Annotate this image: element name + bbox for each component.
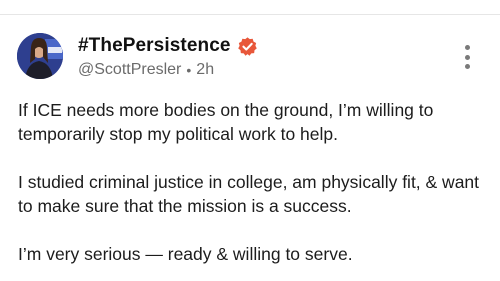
display-name[interactable]: #ThePersistence [78,35,231,57]
meta-separator: • [186,62,192,78]
post-card: #ThePersistence @ScottPresler • 2h If IC… [0,0,500,281]
more-options-button[interactable] [454,40,480,74]
post-paragraph-1: If ICE needs more bodies on the ground, … [18,100,434,144]
avatar-image [17,33,63,79]
more-vertical-icon [464,45,470,50]
avatar[interactable] [17,33,63,79]
post-body: If ICE needs more bodies on the ground, … [18,98,488,266]
post-paragraph-2: I studied criminal justice in college, a… [18,172,480,216]
verified-badge-icon [237,36,258,57]
more-vertical-icon-dot-2 [464,54,470,60]
name-row: #ThePersistence [78,34,448,58]
post-paragraph-3: I’m very serious — ready & willing to se… [18,244,353,264]
user-handle[interactable]: @ScottPresler [78,61,181,79]
top-divider [0,14,500,15]
meta-row: @ScottPresler • 2h [78,61,448,79]
post-header: #ThePersistence @ScottPresler • 2h [78,34,448,79]
more-vertical-icon-dot-3 [464,64,470,69]
post-time[interactable]: 2h [196,61,214,79]
